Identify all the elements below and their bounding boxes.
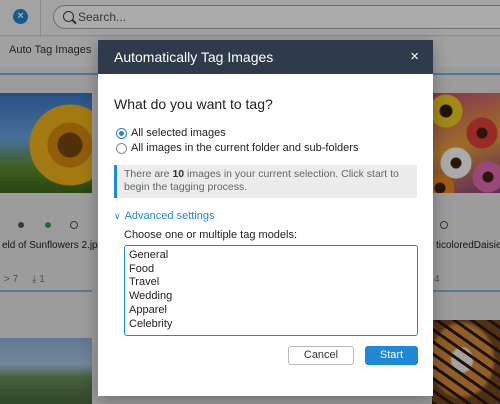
- chevron-down-icon: ∨: [114, 211, 121, 221]
- radio-icon[interactable]: [116, 127, 127, 139]
- radio-label: All selected images: [131, 127, 226, 139]
- tag-model-option[interactable]: Food: [129, 263, 417, 277]
- radio-label: All images in the current folder and sub…: [131, 142, 359, 154]
- advanced-settings-label: Advanced settings: [124, 210, 215, 222]
- tag-model-option[interactable]: Apparel: [129, 304, 417, 318]
- tag-model-option[interactable]: Wedding: [129, 290, 417, 304]
- dialog-question: What do you want to tag?: [114, 96, 273, 112]
- radio-all-in-folder[interactable]: All images in the current folder and sub…: [116, 141, 358, 155]
- dialog-header: Automatically Tag Images ×: [98, 40, 433, 74]
- auto-tag-dialog: Automatically Tag Images × What do you w…: [98, 40, 433, 396]
- models-label: Choose one or multiple tag models:: [124, 229, 298, 241]
- start-button[interactable]: Start: [365, 346, 418, 365]
- radio-all-selected[interactable]: All selected images: [116, 126, 226, 140]
- tag-models-listbox[interactable]: General Food Travel Wedding Apparel Cele…: [124, 245, 418, 336]
- radio-icon[interactable]: [116, 142, 127, 154]
- cancel-button[interactable]: Cancel: [288, 346, 354, 365]
- dialog-title: Automatically Tag Images: [114, 49, 274, 65]
- selection-info: There are 10 images in your current sele…: [114, 165, 417, 198]
- close-icon[interactable]: ×: [410, 49, 419, 64]
- tag-model-option[interactable]: Travel: [129, 276, 417, 290]
- tag-model-option[interactable]: Celebrity: [129, 318, 417, 332]
- selection-count: 10: [172, 168, 185, 180]
- advanced-settings-toggle[interactable]: ∨ Advanced settings: [114, 210, 214, 222]
- tag-model-option[interactable]: General: [129, 249, 417, 263]
